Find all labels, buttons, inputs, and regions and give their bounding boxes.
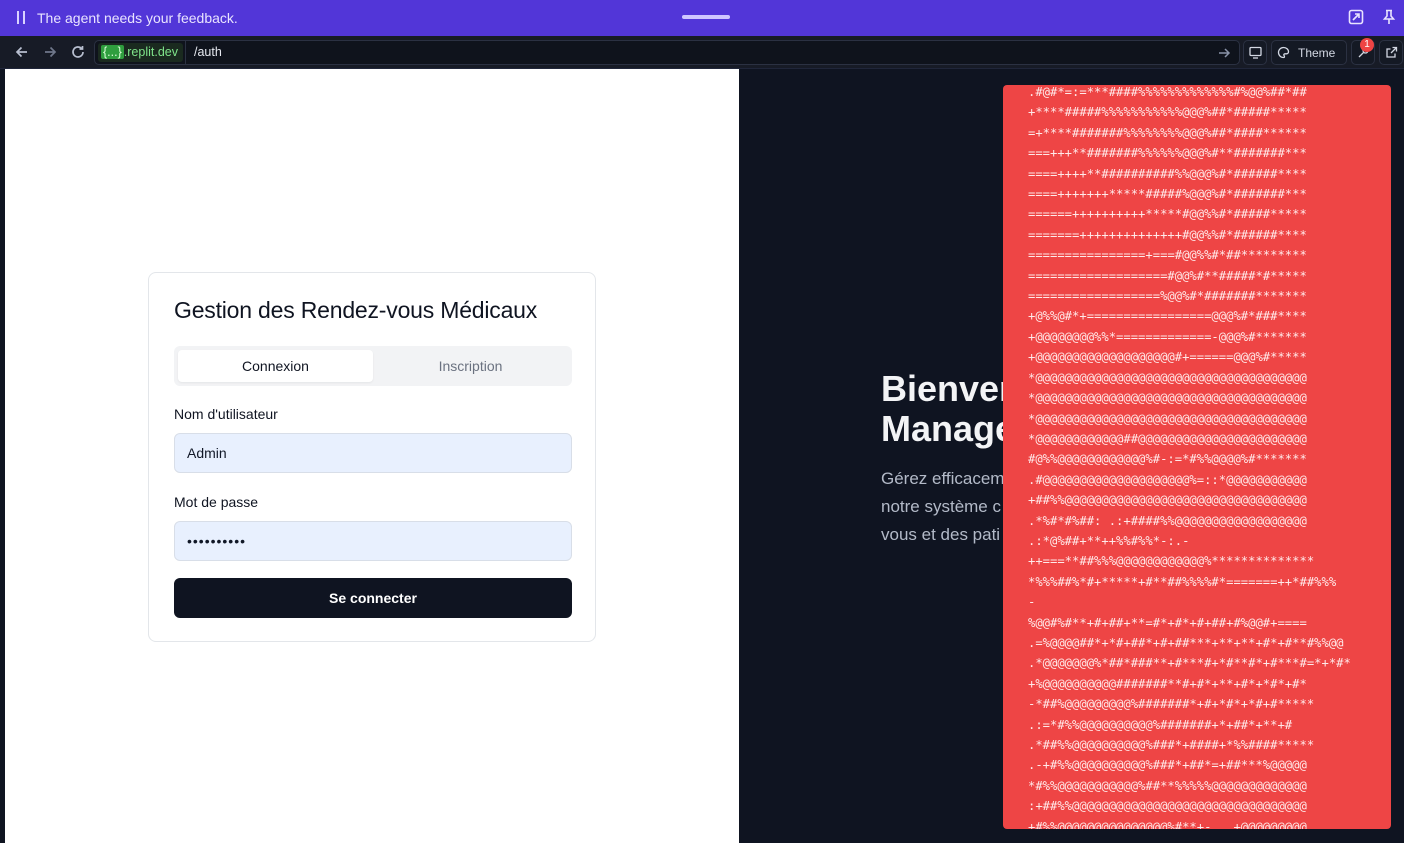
theme-label: Theme — [1298, 46, 1336, 60]
address-bar[interactable]: {...} .replit.dev /auth — [94, 40, 1240, 65]
pin-icon[interactable] — [1380, 8, 1400, 28]
page-title: Gestion des Rendez-vous Médicaux — [174, 297, 538, 323]
username-field[interactable]: Admin — [174, 433, 572, 473]
banner-message: The agent needs your feedback. — [37, 10, 238, 26]
device-preview-button[interactable] — [1243, 40, 1267, 65]
tab-connexion[interactable]: Connexion — [178, 350, 373, 382]
login-card: Gestion des Rendez-vous Médicaux Connexi… — [148, 272, 596, 642]
domain-text: .replit.dev — [123, 45, 178, 59]
forward-icon[interactable] — [42, 44, 58, 60]
url-path[interactable]: /auth — [194, 45, 222, 59]
username-label: Nom d'utilisateur — [174, 406, 278, 422]
agent-feedback-banner: The agent needs your feedback. — [0, 0, 1404, 36]
tab-inscription[interactable]: Inscription — [373, 350, 568, 382]
login-button[interactable]: Se connecter — [174, 578, 572, 618]
theme-button[interactable]: Theme — [1271, 40, 1347, 65]
password-label: Mot de passe — [174, 494, 259, 510]
go-arrow-icon[interactable] — [1217, 46, 1231, 60]
address-divider — [185, 41, 186, 64]
auth-form-panel: Gestion des Rendez-vous Médicaux Connexi… — [5, 69, 739, 843]
browser-toolbar: {...} .replit.dev /auth Theme — [0, 36, 1404, 69]
external-link-icon — [1386, 46, 1398, 58]
palette-icon — [1277, 46, 1290, 59]
back-icon[interactable] — [14, 44, 30, 60]
notification-badge: 1 — [1360, 38, 1374, 52]
domain-badge: {...} — [101, 45, 124, 59]
expand-icon[interactable] — [1347, 8, 1367, 28]
auth-tabs: Connexion Inscription — [174, 346, 572, 386]
open-external-button[interactable] — [1379, 40, 1403, 65]
pause-icon[interactable] — [16, 11, 26, 25]
domain-chip: {...} .replit.dev — [98, 43, 183, 62]
password-field[interactable]: •••••••••• — [174, 521, 572, 561]
ascii-art-overlay: .#@#*=:=***####%%%%%%%%%%%%%#%@@%##*## +… — [1003, 85, 1391, 829]
ascii-art-text: .#@#*=:=***####%%%%%%%%%%%%%#%@@%##*## +… — [1028, 85, 1351, 829]
reload-icon[interactable] — [70, 44, 86, 60]
drag-handle[interactable] — [682, 15, 730, 19]
